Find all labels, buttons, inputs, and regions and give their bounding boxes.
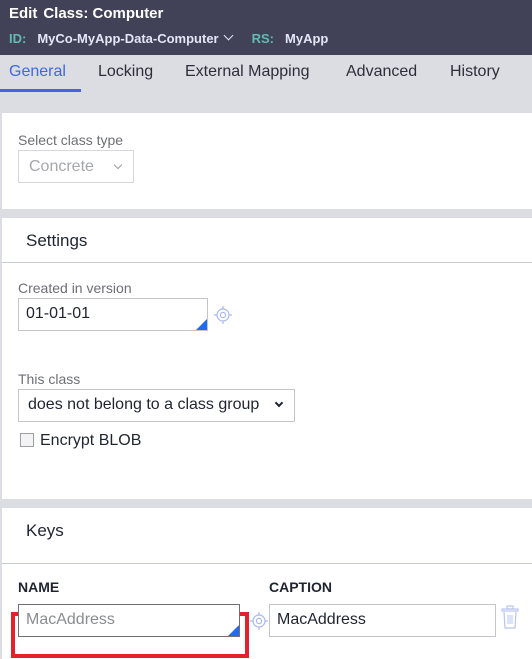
active-tab-indicator	[0, 89, 81, 92]
key-name-input[interactable]: MacAddress	[18, 604, 240, 637]
settings-panel: Settings Created in version 01-01-01 Thi…	[2, 218, 532, 499]
class-type-panel: Select class type Concrete	[2, 113, 532, 209]
tab-history[interactable]: History	[450, 63, 500, 81]
created-version-input[interactable]: 01-01-01	[18, 298, 208, 331]
edit-label: Edit	[9, 5, 38, 22]
created-version-value: 01-01-01	[26, 305, 91, 322]
class-group-select[interactable]: does not belong to a class group	[18, 389, 295, 422]
encrypt-blob-checkbox[interactable]	[20, 433, 34, 447]
tab-general[interactable]: General	[9, 63, 66, 81]
rs-value: MyApp	[285, 31, 329, 46]
meta-row: ID: MyCo-MyApp-Data-Computer RS: MyApp	[9, 30, 329, 46]
divider	[2, 262, 532, 263]
title-row: Edit Class: Computer	[9, 5, 163, 22]
tab-bar: General Locking External Mapping Advance…	[0, 55, 532, 92]
keys-title: Keys	[26, 521, 64, 540]
key-name-placeholder: MacAddress	[26, 611, 115, 628]
key-caption-value: MacAddress	[277, 611, 366, 628]
caption-column-header: CAPTION	[269, 579, 332, 595]
class-group-value: does not belong to a class group	[28, 396, 260, 413]
page-title: Class: Computer	[43, 5, 164, 22]
encrypt-blob-label[interactable]: Encrypt BLOB	[40, 432, 141, 450]
id-value[interactable]: MyCo-MyApp-Data-Computer	[37, 31, 218, 46]
page-header: Edit Class: Computer ID: MyCo-MyApp-Data…	[0, 0, 532, 55]
autocomplete-corner-icon	[196, 319, 207, 330]
tab-external-mapping[interactable]: External Mapping	[185, 63, 310, 81]
target-icon[interactable]	[250, 612, 268, 630]
class-type-value: Concrete	[29, 158, 94, 175]
rs-key: RS:	[251, 31, 275, 46]
class-type-label: Select class type	[18, 132, 124, 148]
target-icon[interactable]	[214, 306, 232, 324]
id-key: ID:	[9, 31, 27, 46]
created-version-label: Created in version	[18, 280, 132, 296]
divider	[2, 563, 532, 564]
keys-panel: Keys NAME CAPTION MacAddress MacAddress	[2, 508, 532, 659]
settings-title: Settings	[26, 231, 88, 250]
class-type-select: Concrete	[18, 150, 134, 183]
chevron-down-icon	[113, 160, 123, 170]
autocomplete-corner-icon	[228, 625, 239, 636]
class-group-label: This class	[18, 371, 81, 387]
chevron-down-icon[interactable]	[223, 30, 234, 41]
key-caption-input[interactable]: MacAddress	[269, 604, 496, 637]
chevron-down-icon	[274, 398, 284, 408]
trash-icon[interactable]	[499, 604, 521, 630]
tab-locking[interactable]: Locking	[98, 63, 153, 81]
name-column-header: NAME	[18, 579, 60, 595]
tab-advanced[interactable]: Advanced	[346, 63, 417, 81]
